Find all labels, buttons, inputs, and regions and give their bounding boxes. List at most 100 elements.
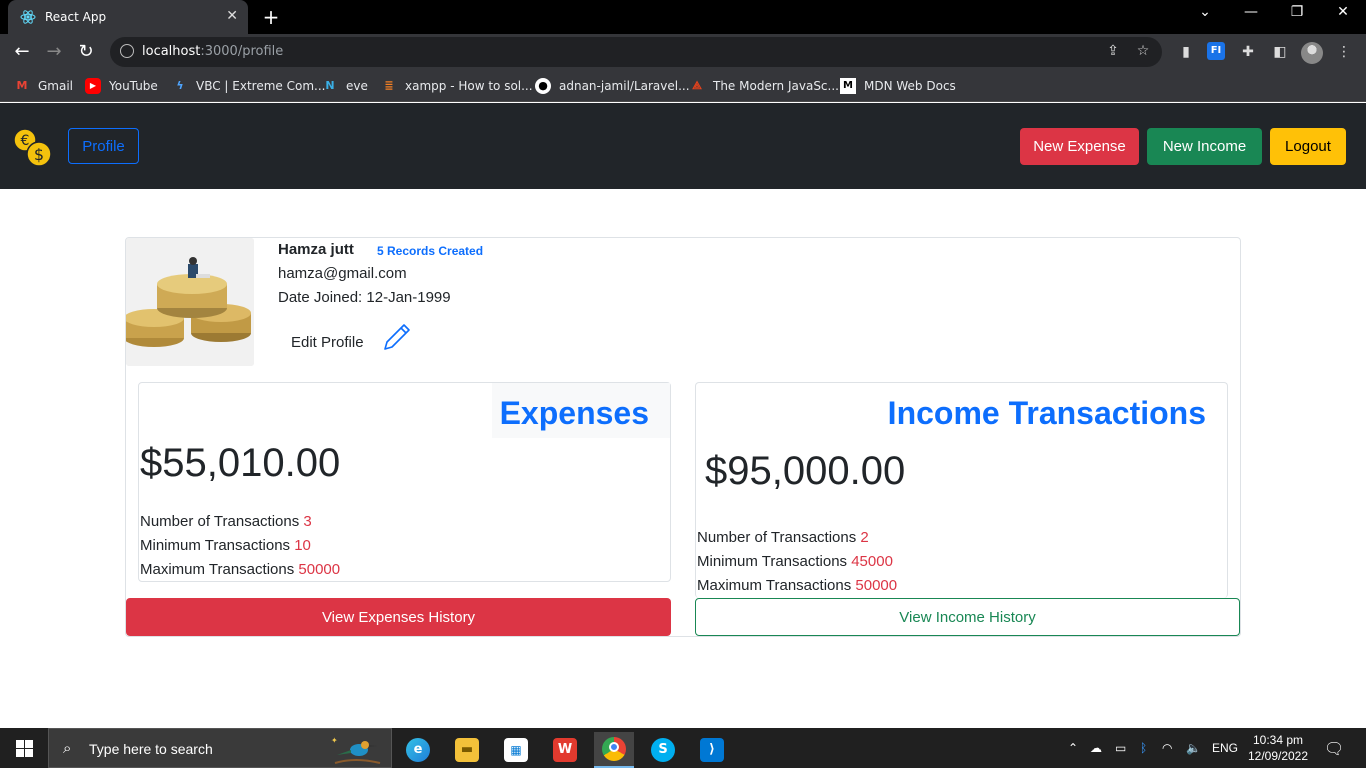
browser-profile-avatar[interactable] — [1301, 42, 1323, 64]
svg-text:$: $ — [34, 145, 44, 164]
restore-icon[interactable]: ❐ — [1274, 4, 1320, 20]
bookmark-star-icon[interactable]: ☆ — [1134, 43, 1152, 61]
address-bar[interactable]: localhost:3000/profile ⇪ ☆ — [110, 37, 1162, 67]
browser-toolbar: ← → ↻ localhost:3000/profile ⇪ ☆ ▮ FI ✚ … — [0, 34, 1366, 70]
extension-icon[interactable]: ▮ — [1176, 42, 1196, 62]
youtube-icon: ▶ — [85, 78, 101, 94]
forward-icon[interactable]: → — [42, 40, 66, 64]
taskbar-vscode[interactable]: ⟩ — [692, 732, 732, 768]
menu-kebab-icon[interactable]: ⋮ — [1334, 42, 1354, 62]
share-icon[interactable]: ⇪ — [1104, 43, 1122, 61]
volume-icon[interactable]: 🔈 — [1186, 728, 1201, 768]
taskbar-edge[interactable]: e — [398, 732, 438, 768]
bluetooth-icon[interactable]: ᛒ — [1140, 728, 1147, 768]
user-email: hamza@gmail.com — [278, 265, 407, 282]
svg-text:€: € — [21, 133, 30, 149]
wps-icon: W — [553, 738, 577, 762]
vbc-icon: ϟ — [176, 79, 184, 92]
expenses-amount: $55,010.00 — [140, 441, 341, 485]
taskbar-store[interactable]: ▦ — [496, 732, 536, 768]
clock-date: 12/09/2022 — [1247, 749, 1309, 763]
windows-start-icon[interactable] — [16, 740, 33, 757]
income-max-value: 50000 — [855, 577, 898, 594]
fi-extension-icon[interactable]: FI — [1207, 42, 1225, 60]
react-icon — [20, 10, 36, 24]
extensions-puzzle-icon[interactable]: ✚ — [1238, 42, 1258, 62]
expenses-min-value: 10 — [294, 537, 311, 554]
bookmark-javascript-info[interactable]: ⟁ The Modern JavaSc... — [689, 77, 839, 95]
taskbar-search-box[interactable]: ⌕ Type here to search ✦ — [48, 728, 392, 768]
taskbar-file-explorer[interactable]: ▬ — [447, 732, 487, 768]
search-highlight-bird-icon: ✦ — [331, 736, 381, 764]
view-expenses-history-button[interactable]: View Expenses History — [126, 598, 671, 636]
url-text: localhost:3000/profile — [142, 44, 284, 59]
bookmarks-bar: M Gmail ▶ YouTube ϟ VBC | Extreme Com... Ne… — [0, 70, 1366, 102]
new-expense-button[interactable]: New Expense — [1020, 128, 1139, 165]
onedrive-icon[interactable]: ☁ — [1090, 728, 1102, 768]
side-panel-icon[interactable]: ◧ — [1270, 42, 1290, 62]
taskbar-wps[interactable]: W — [545, 732, 585, 768]
view-income-history-button[interactable]: View Income History — [695, 598, 1240, 636]
edge-icon: e — [406, 738, 430, 762]
bookmark-xampp[interactable]: ≣ xampp - How to sol... — [381, 77, 532, 95]
bookmark-eve[interactable]: Neve — [322, 77, 367, 95]
income-count-value: 2 — [860, 529, 869, 546]
expenses-card: Expenses $55,010.00 Number of Transactio… — [138, 382, 671, 582]
taskbar-clock[interactable]: 10:34 pm 12/09/2022 — [1245, 732, 1311, 764]
svg-text:✦: ✦ — [331, 736, 338, 745]
reload-icon[interactable]: ↻ — [74, 40, 98, 64]
expenses-count-row: Number of Transactions 3 — [140, 513, 312, 530]
language-indicator[interactable]: ENG — [1212, 728, 1238, 768]
battery-icon[interactable]: ▭ — [1115, 728, 1126, 768]
browser-tab[interactable]: React App ✕ — [8, 0, 248, 34]
new-income-button[interactable]: New Income — [1147, 128, 1262, 165]
tray-overflow-icon[interactable]: ⌃ — [1068, 728, 1078, 768]
eve-icon: N — [325, 79, 335, 92]
user-name: Hamza jutt — [278, 241, 354, 258]
wifi-icon[interactable]: ◠ — [1162, 728, 1172, 768]
coins-logo-icon[interactable]: € $ — [12, 127, 54, 169]
bookmark-mdn[interactable]: M MDN Web Docs — [840, 77, 956, 95]
records-created-badge: 5 Records Created — [377, 244, 484, 258]
bookmark-gmail[interactable]: M Gmail — [14, 77, 74, 95]
expenses-min-row: Minimum Transactions 10 — [140, 537, 311, 554]
income-max-row: Maximum Transactions 50000 — [697, 577, 898, 594]
income-min-row: Minimum Transactions 45000 — [697, 553, 893, 570]
date-joined: Date Joined: 12-Jan-1999 — [278, 289, 451, 306]
income-card: Income Transactions $95,000.00 Number of… — [695, 382, 1228, 598]
minimize-icon[interactable]: — — [1228, 4, 1274, 20]
expenses-count-value: 3 — [303, 513, 312, 530]
site-info-icon[interactable] — [120, 44, 134, 58]
income-min-value: 45000 — [851, 553, 893, 570]
windows-taskbar: ⌕ Type here to search ✦ e ▬ ▦ W S ⟩ ⌃ ☁ … — [0, 728, 1366, 768]
pencil-icon[interactable] — [382, 322, 412, 352]
bookmark-vbc[interactable]: ϟ VBC | Extreme Com... — [172, 77, 325, 95]
coins-stack-image — [126, 238, 254, 366]
store-icon: ▦ — [504, 738, 528, 762]
profile-button[interactable]: Profile — [68, 128, 139, 164]
skype-icon: S — [651, 738, 675, 762]
chrome-icon — [602, 737, 626, 761]
bookmark-github[interactable]: ● adnan-jamil/Laravel... — [535, 77, 690, 95]
income-title: Income Transactions — [887, 395, 1206, 431]
search-placeholder: Type here to search — [89, 741, 213, 757]
app-navbar: € $ Profile New Expense New Income Logou… — [0, 103, 1366, 189]
browser-tab-bar: React App ✕ + ⌄ — ❐ ✕ — [0, 0, 1366, 34]
gmail-icon: M — [16, 79, 28, 92]
profile-photo — [126, 238, 254, 366]
search-icon: ⌕ — [63, 739, 72, 757]
taskbar-skype[interactable]: S — [643, 732, 683, 768]
tab-search-icon[interactable]: ⌄ — [1182, 4, 1228, 20]
new-tab-icon[interactable]: + — [259, 5, 283, 29]
edit-profile-button[interactable]: Edit Profile — [291, 334, 364, 351]
tab-close-icon[interactable]: ✕ — [226, 8, 238, 24]
window-close-icon[interactable]: ✕ — [1320, 4, 1366, 20]
taskbar-chrome[interactable] — [594, 732, 634, 768]
logout-button[interactable]: Logout — [1270, 128, 1346, 165]
bookmark-youtube[interactable]: ▶ YouTube — [85, 77, 158, 95]
back-icon[interactable]: ← — [10, 40, 34, 64]
income-amount: $95,000.00 — [705, 449, 906, 493]
notifications-icon[interactable]: 🗨 — [1324, 728, 1344, 768]
screen: React App ✕ + ⌄ — ❐ ✕ ← → ↻ localhost:30… — [0, 0, 1366, 768]
mdn-icon: M — [840, 78, 856, 94]
